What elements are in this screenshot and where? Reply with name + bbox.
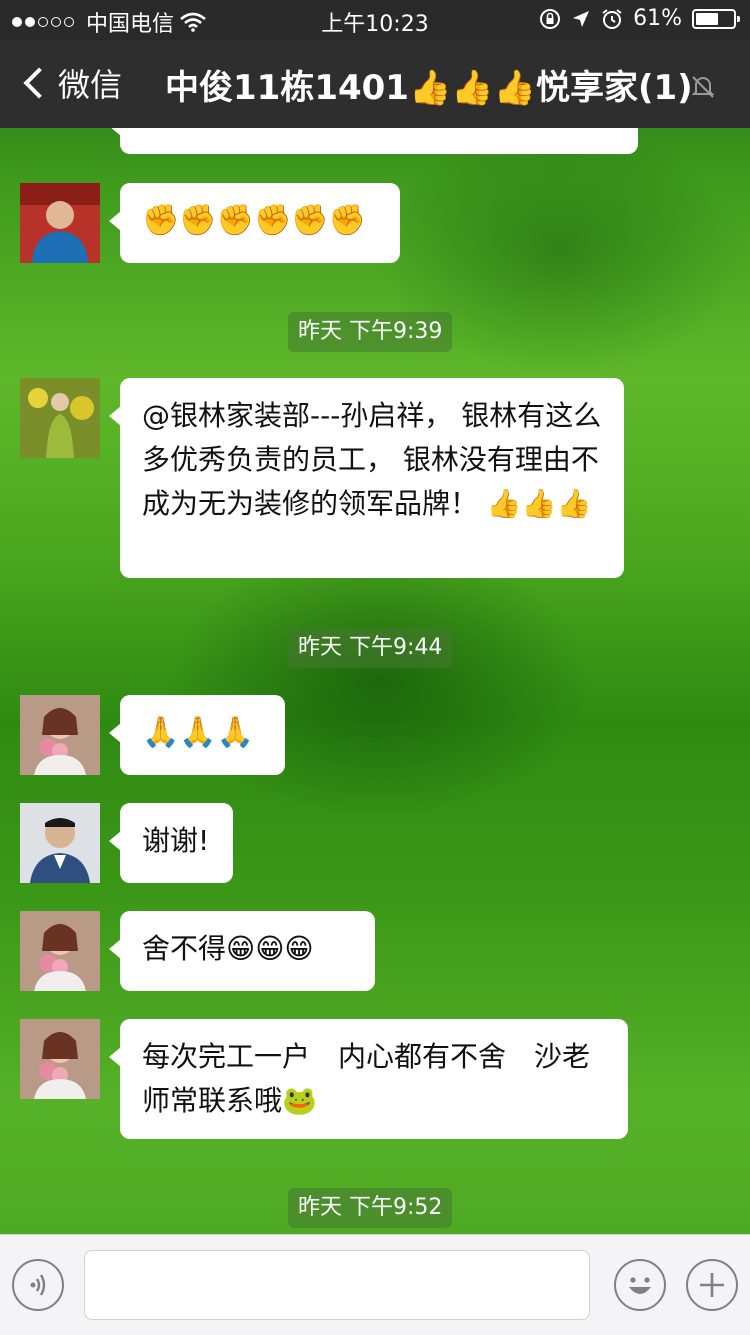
- timestamp: 昨天 下午9:52: [288, 1188, 453, 1228]
- status-bar: 中国电信 上午10:23 61%: [0, 0, 750, 40]
- emoji-icon: [629, 1277, 651, 1294]
- avatar[interactable]: [20, 803, 100, 883]
- message-bubble[interactable]: @银林家装部---孙启祥， 银林有这么多优秀负责的员工， 银林没有理由不成为无为…: [109, 378, 624, 578]
- battery-percent: 61%: [633, 6, 682, 31]
- back-button[interactable]: 微信: [20, 60, 122, 106]
- battery-icon: [692, 8, 740, 29]
- emoji-button[interactable]: [614, 1259, 666, 1311]
- message-bubble[interactable]: 每次完工一户 内心都有不舍 沙老师常联系哦🐸: [109, 1019, 628, 1139]
- chevron-left-icon: [23, 67, 55, 99]
- plus-icon: [700, 1273, 724, 1297]
- nav-bar: 微信 中俊11栋1401👍👍👍悦享家(1): [0, 40, 750, 128]
- message-bubble[interactable]: 舍不得😁😁😁: [109, 911, 375, 991]
- back-label: 微信: [58, 66, 123, 104]
- alarm-icon: [602, 8, 622, 29]
- mute-bell-icon: [691, 76, 715, 98]
- message-list[interactable]: ✊✊ ✊✊✊✊✊✊ 昨天 下午9:39 @银林家装部---孙启祥， 银林有这么多…: [0, 128, 750, 1234]
- voice-button[interactable]: [12, 1259, 64, 1311]
- voice-icon: [30, 1274, 46, 1296]
- avatar[interactable]: [20, 695, 100, 775]
- location-arrow-icon: [573, 10, 590, 27]
- message-bubble[interactable]: 谢谢!: [109, 803, 233, 883]
- input-bar: [0, 1234, 750, 1335]
- timestamp: 昨天 下午9:44: [288, 628, 453, 668]
- message-input[interactable]: [84, 1250, 590, 1320]
- more-button[interactable]: [686, 1259, 738, 1311]
- avatar[interactable]: [20, 911, 100, 991]
- message-bubble[interactable]: 🙏🙏🙏: [109, 695, 285, 775]
- rotation-lock-icon: [540, 8, 561, 29]
- message-bubble-partial[interactable]: ✊✊: [109, 128, 638, 154]
- message-bubble[interactable]: ✊✊✊✊✊✊: [109, 183, 400, 263]
- avatar[interactable]: [20, 378, 100, 458]
- avatar[interactable]: [20, 1019, 100, 1099]
- chat-title[interactable]: 中俊11栋1401👍👍👍悦享家(1): [165, 60, 693, 109]
- timestamp: 昨天 下午9:39: [288, 312, 453, 352]
- avatar[interactable]: [20, 183, 100, 263]
